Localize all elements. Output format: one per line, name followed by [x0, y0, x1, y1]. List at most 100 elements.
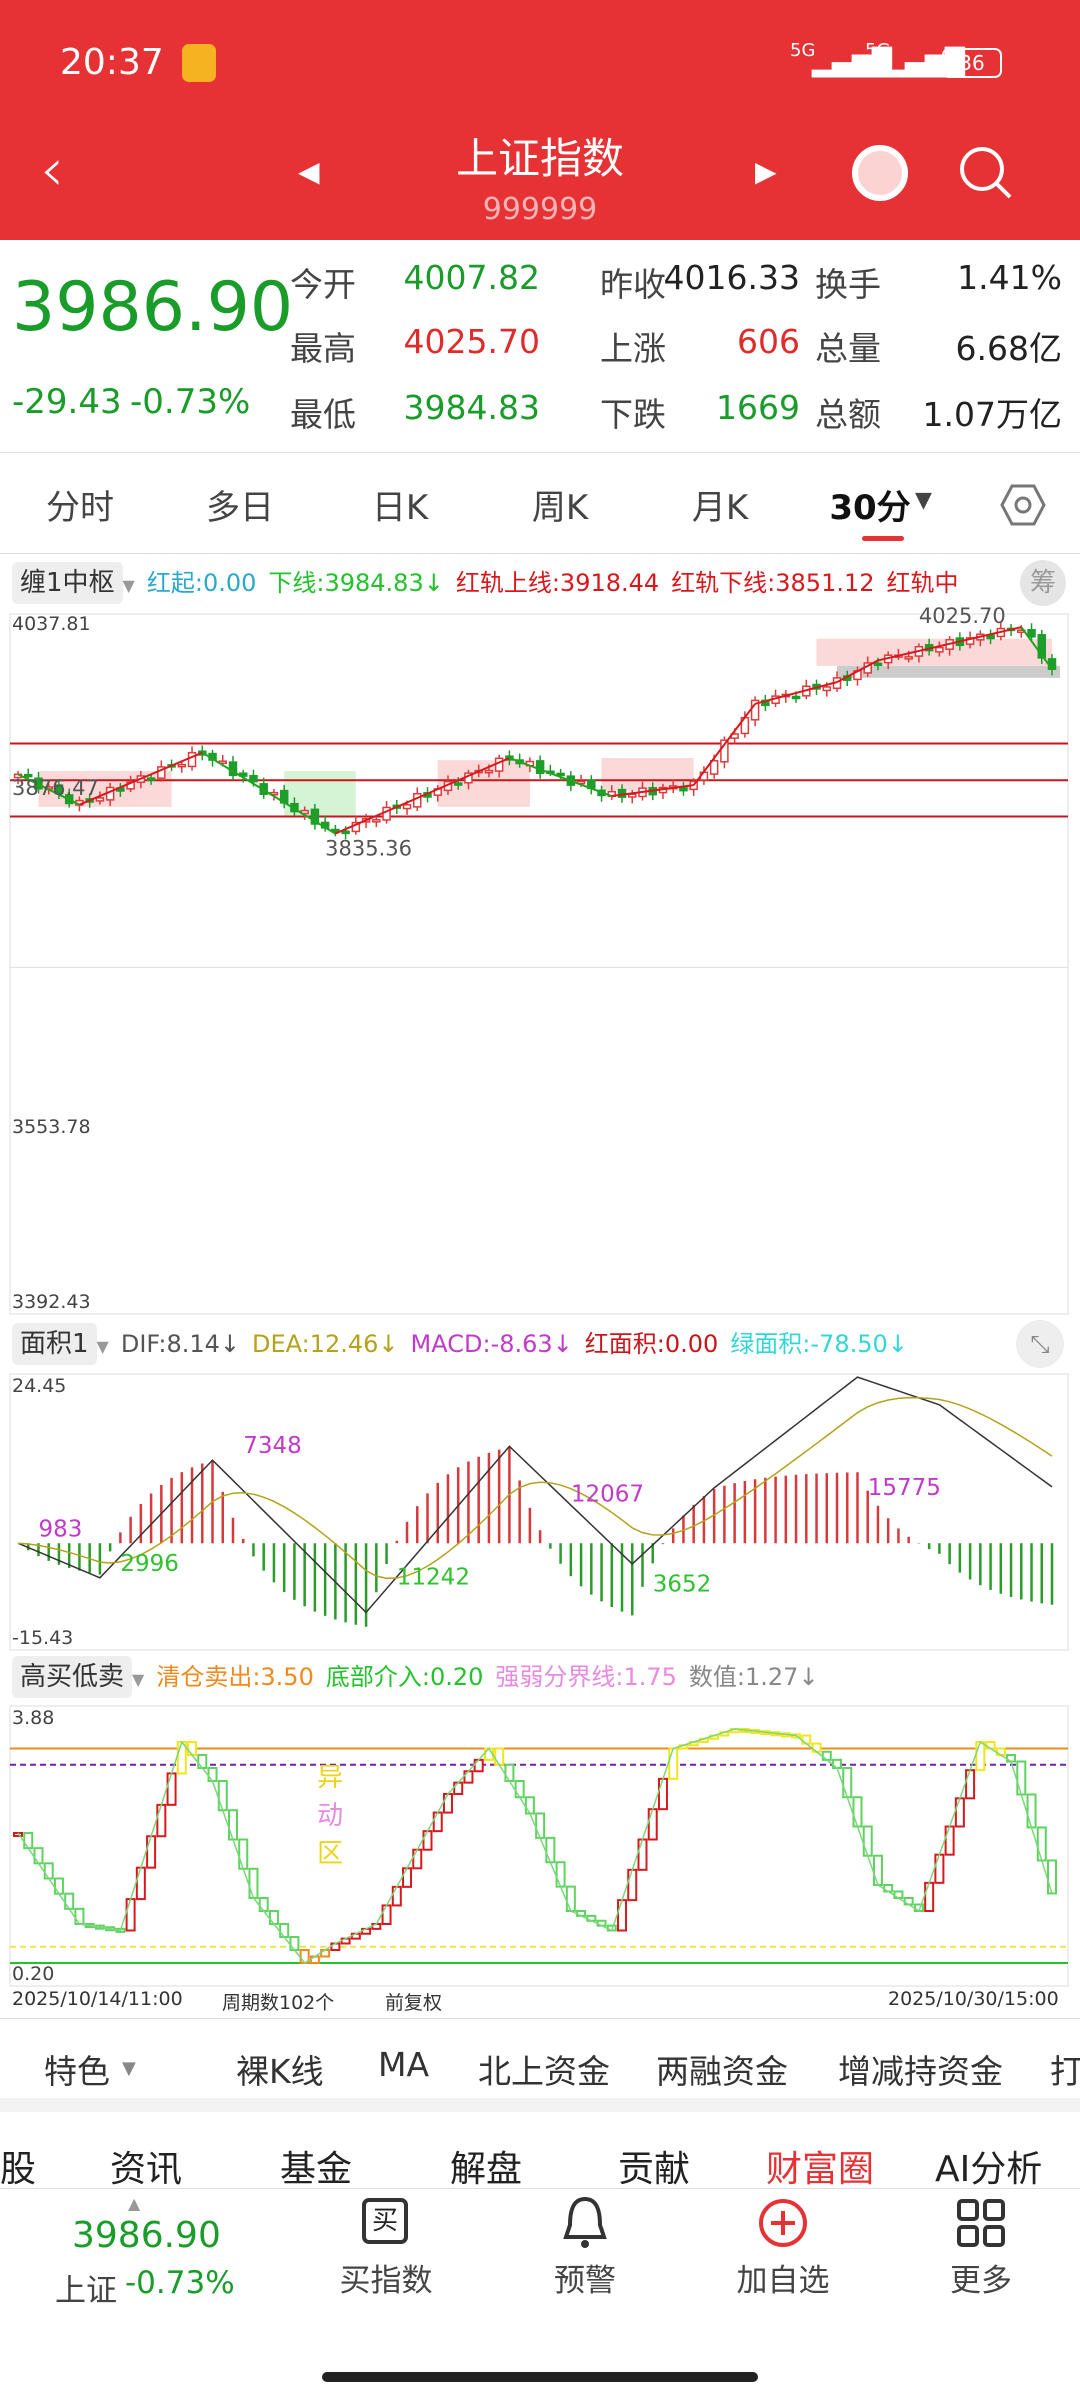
- candle-body: [146, 777, 156, 781]
- candle-body: [628, 793, 637, 798]
- price-annotation: 4025.70: [919, 604, 1006, 628]
- area-label: 3652: [653, 1572, 712, 1598]
- area-label: 11242: [397, 1565, 470, 1591]
- collapse-arrow-icon[interactable]: ▲: [128, 2194, 140, 2213]
- value-bar: [217, 1780, 228, 1812]
- chart-frame: [9, 1373, 1069, 1651]
- gmdm-chart[interactable]: 3.88 0.20 异动区: [9, 1705, 1070, 1987]
- pivot-zone: [816, 638, 1052, 666]
- value-bar: [821, 1750, 832, 1761]
- home-indicator[interactable]: [322, 2372, 758, 2382]
- bell-icon[interactable]: [560, 2195, 610, 2250]
- candle-body: [249, 774, 258, 783]
- mascot-icon[interactable]: [852, 145, 908, 201]
- value-bar: [227, 1809, 238, 1841]
- quote-label: 今开: [290, 265, 356, 304]
- dropdown-icon[interactable]: ▼: [97, 1337, 109, 1356]
- value-bar: [248, 1867, 259, 1899]
- value-bar: [166, 1772, 177, 1806]
- tab-0[interactable]: 分时: [0, 480, 160, 529]
- dropdown-icon[interactable]: ▼: [132, 1670, 144, 1689]
- candle-body: [413, 793, 422, 808]
- tab-2[interactable]: 日K: [320, 480, 480, 529]
- bottom-pct: -0.73%: [125, 2265, 235, 2301]
- value-bar: [934, 1853, 945, 1884]
- y-tick-label: 0.20: [12, 1963, 54, 1985]
- value-bar: [565, 1885, 576, 1912]
- macd-chart[interactable]: 24.45 -15.43 983 2996 7348 11242 12067 3652 1577…: [9, 1373, 1070, 1651]
- price-change: -29.43: [12, 382, 122, 422]
- toolbar-item-2[interactable]: MA: [378, 2045, 429, 2084]
- candlestick-chart[interactable]: 4037.81 3553.78 3392.43 4025.70 3835.36 3876.…: [9, 604, 1070, 1315]
- nav-label-2[interactable]: 加自选: [703, 2255, 863, 2300]
- value-bar: [279, 1923, 290, 1938]
- indicator-value: 红轨中: [886, 569, 959, 597]
- value-bar: [125, 1898, 136, 1932]
- tab-1[interactable]: 多日: [160, 480, 320, 529]
- nav-label-0[interactable]: 买指数: [306, 2255, 466, 2300]
- nav-label-1[interactable]: 预警: [505, 2255, 665, 2300]
- value-bar: [944, 1825, 955, 1856]
- value-bar: [617, 1899, 628, 1932]
- quote-label: 总量: [815, 329, 881, 368]
- expand-icon[interactable]: ⤡: [1016, 1320, 1064, 1368]
- quote-value: 6.68亿: [955, 329, 1062, 368]
- news-tab-0[interactable]: 股: [0, 2140, 36, 2192]
- news-tab-1[interactable]: 资讯: [110, 2140, 182, 2192]
- more-grid-icon[interactable]: [956, 2198, 1006, 2248]
- tab-4[interactable]: 月K: [640, 480, 800, 529]
- macd-indicator-header: 面积1 ▼ DIF:8.14↓ DEA:12.46↓ MACD:-8.63↓ 红面积:0.…: [12, 1323, 920, 1365]
- news-tab-6[interactable]: AI分析: [935, 2140, 1042, 2192]
- buy-icon[interactable]: 买: [362, 2198, 408, 2244]
- toolbar-item-5[interactable]: 增减持资金: [838, 2045, 1003, 2093]
- value-bar: [23, 1832, 34, 1850]
- price-change-pct: -0.73%: [130, 382, 251, 422]
- toolbar-item-3[interactable]: 北上资金: [478, 2045, 610, 2093]
- value-bar: [381, 1904, 392, 1926]
- quote-value: 4007.82: [403, 258, 540, 297]
- main-indicator-header: 缠1中枢 ▼ 红起:0.00 下线:3984.83↓ 红轨上线:3918.44 红轨下线:…: [12, 562, 971, 604]
- toolbar-item-6[interactable]: 打: [1050, 2045, 1080, 2093]
- quote-label: 下跌: [600, 395, 666, 434]
- indicator-value: 下线:3984.83↓: [268, 569, 444, 597]
- value-bar: [494, 1747, 505, 1766]
- page-title: 上证指数: [455, 134, 624, 183]
- next-stock-icon[interactable]: ▶: [755, 155, 777, 188]
- news-tab-2[interactable]: 基金: [280, 2140, 352, 2192]
- zone-label: 动: [317, 1801, 343, 1831]
- tab-3[interactable]: 周K: [480, 480, 640, 529]
- value-bar: [514, 1780, 525, 1799]
- toolbar-item-1[interactable]: 裸K线: [236, 2045, 324, 2093]
- value-bar: [1047, 1859, 1057, 1895]
- dropdown-icon[interactable]: ▼: [122, 2058, 136, 2079]
- indicator-value: 绿面积:-78.50↓: [730, 1330, 908, 1358]
- search-icon[interactable]: [958, 145, 1018, 205]
- news-tab-5[interactable]: 财富圈: [766, 2140, 874, 2192]
- area-label: 2996: [120, 1551, 179, 1577]
- indicator-value: 底部介入:0.20: [325, 1663, 484, 1691]
- y-tick-label: 3392.43: [12, 1291, 91, 1313]
- zone-label: 异: [317, 1763, 343, 1793]
- candle-body: [1027, 628, 1036, 638]
- chip-button[interactable]: 筹: [1020, 560, 1066, 606]
- value-bar: [504, 1763, 515, 1782]
- news-tab-3[interactable]: 解盘: [450, 2140, 522, 2192]
- value-bar: [1016, 1760, 1027, 1796]
- news-tab-4[interactable]: 贡献: [618, 2140, 690, 2192]
- value-bar: [811, 1742, 822, 1753]
- toolbar-item-0[interactable]: 特色: [44, 2045, 110, 2093]
- add-watchlist-icon[interactable]: [758, 2198, 808, 2248]
- nav-label-3[interactable]: 更多: [901, 2255, 1061, 2300]
- candle-body: [822, 686, 832, 692]
- toolbar-item-4[interactable]: 两融资金: [656, 2045, 788, 2093]
- indicator-select[interactable]: 面积1: [12, 1323, 97, 1365]
- indicator-select[interactable]: 缠1中枢: [12, 562, 123, 604]
- zone-label: 区: [317, 1839, 343, 1869]
- indicator-select[interactable]: 高买低卖: [12, 1656, 133, 1698]
- settings-hexagon-icon[interactable]: [1000, 482, 1046, 528]
- indicator-value: 红轨上线:3918.44: [455, 569, 660, 597]
- tab-dropdown-icon[interactable]: ▼: [915, 488, 932, 513]
- dropdown-icon[interactable]: ▼: [123, 576, 135, 595]
- candle-body: [402, 804, 412, 810]
- header-bar: 20:37 5G ▂▄▆█ 5G ▂▄▆█ 36 ‹ ◀ 上证指数 999999…: [0, 0, 1080, 240]
